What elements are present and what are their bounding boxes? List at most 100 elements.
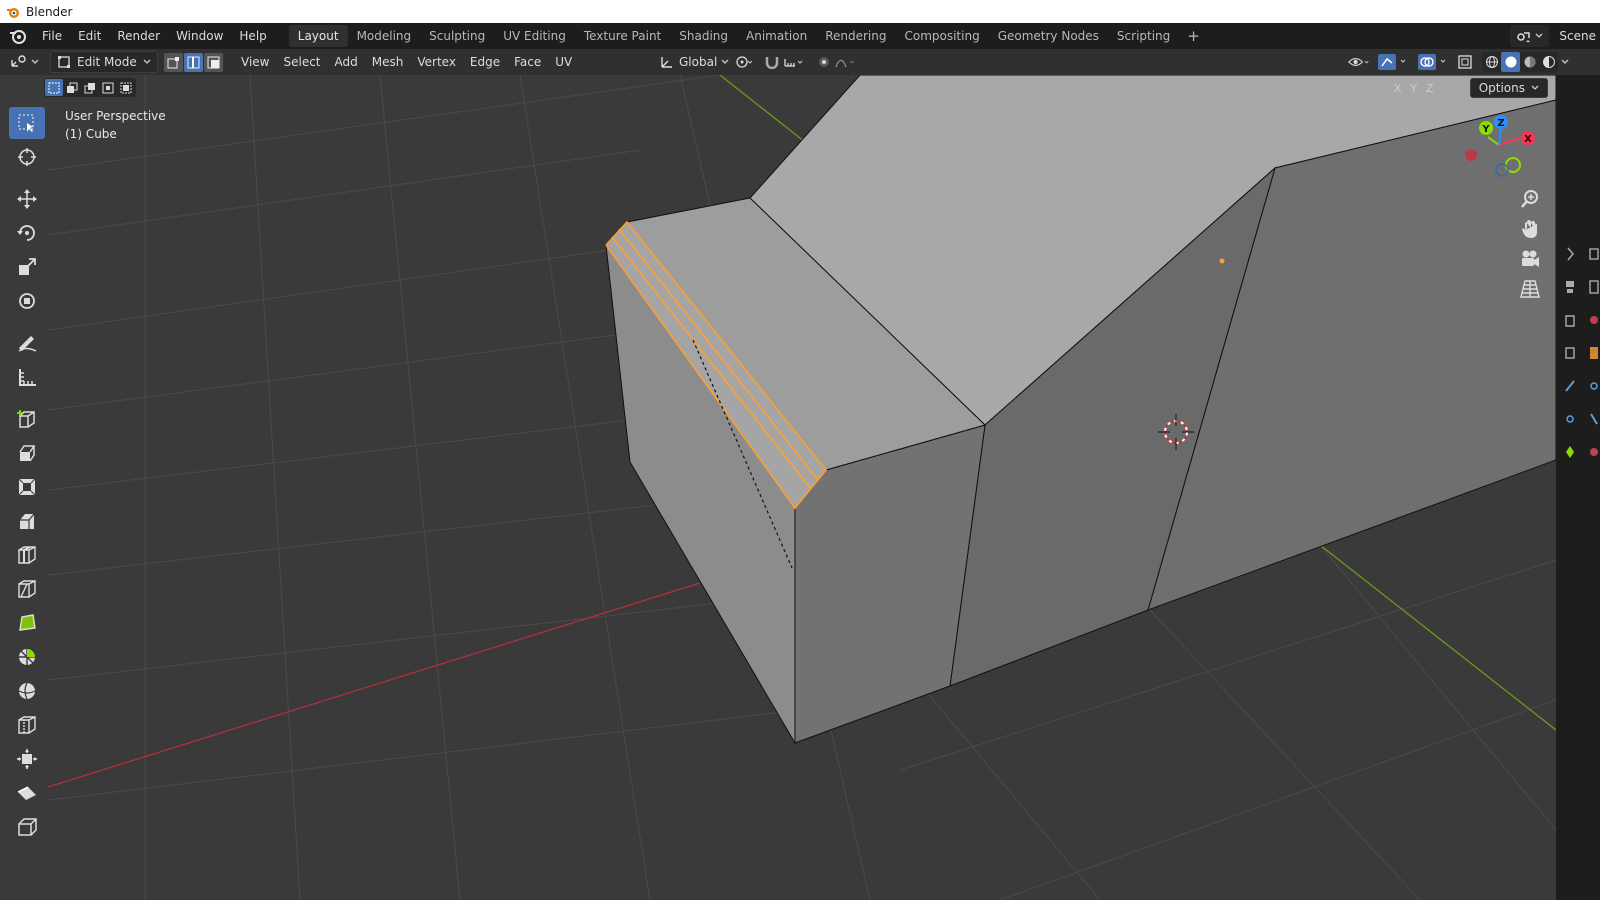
select-extend-button[interactable] [63, 79, 81, 96]
tab-shading[interactable]: Shading [670, 25, 737, 47]
tab-modeling[interactable]: Modeling [348, 25, 421, 47]
falloff-button[interactable] [835, 51, 857, 73]
render-properties-icon[interactable] [1564, 278, 1576, 296]
material-shading-button[interactable] [1520, 52, 1539, 72]
overlays-toggle-button[interactable] [1416, 51, 1450, 73]
menu-add[interactable]: Add [328, 51, 365, 73]
tab-rendering[interactable]: Rendering [816, 25, 895, 47]
navigation-gizmo[interactable]: X Y Z [1454, 115, 1544, 185]
orientation-selector[interactable]: Global [655, 51, 733, 73]
material-properties-icon[interactable] [1588, 443, 1600, 461]
rip-region-tool[interactable] [9, 811, 45, 843]
wireframe-shading-button[interactable] [1482, 52, 1501, 72]
scene-properties-icon[interactable] [1588, 311, 1600, 329]
annotate-tool[interactable] [9, 327, 45, 359]
rendered-shading-button[interactable] [1539, 52, 1558, 72]
smooth-tool[interactable] [9, 675, 45, 707]
select-new-button[interactable] [45, 79, 63, 96]
scene-selector[interactable] [1510, 25, 1550, 47]
proportional-edit-button[interactable] [813, 51, 835, 73]
menu-edge[interactable]: Edge [463, 51, 507, 73]
loop-cut-tool[interactable] [9, 539, 45, 571]
menu-select[interactable]: Select [276, 51, 327, 73]
snap-target-button[interactable] [783, 51, 805, 73]
output-properties-icon[interactable] [1588, 278, 1600, 296]
blender-menu-icon[interactable] [8, 26, 28, 46]
menu-edit[interactable]: Edit [70, 25, 109, 47]
visibility-button[interactable] [1348, 51, 1370, 73]
vertex-select-button[interactable] [164, 52, 183, 72]
perspective-toggle-button[interactable] [1516, 275, 1544, 303]
select-box-tool[interactable] [9, 107, 45, 139]
gizmo-negative-x[interactable] [1465, 149, 1477, 161]
bevel-tool[interactable] [9, 505, 45, 537]
edge-select-button[interactable] [184, 52, 203, 72]
physics-properties-icon[interactable] [1564, 410, 1576, 428]
gizmo-toggle-button[interactable] [1376, 51, 1410, 73]
viewport-scene[interactable] [0, 75, 1556, 900]
select-subtract-button[interactable] [81, 79, 99, 96]
auto-merge-icon[interactable] [1446, 80, 1462, 96]
object-properties-icon[interactable] [1588, 344, 1600, 362]
menu-file[interactable]: File [34, 25, 70, 47]
poly-build-tool[interactable] [9, 607, 45, 639]
sidebar-toggle-icon[interactable] [1564, 245, 1576, 263]
shear-tool[interactable] [9, 777, 45, 809]
zoom-button[interactable] [1516, 185, 1544, 213]
world-properties-icon[interactable] [1564, 344, 1576, 362]
tab-texture-paint[interactable]: Texture Paint [575, 25, 670, 47]
menu-view[interactable]: View [234, 51, 276, 73]
select-intersect-button[interactable] [117, 79, 135, 96]
select-invert-button[interactable] [99, 79, 117, 96]
data-properties-icon[interactable] [1564, 443, 1576, 461]
inset-faces-tool[interactable] [9, 471, 45, 503]
menu-uv[interactable]: UV [548, 51, 579, 73]
tab-animation[interactable]: Animation [737, 25, 816, 47]
menu-vertex[interactable]: Vertex [410, 51, 463, 73]
modifier-properties-icon[interactable] [1564, 377, 1576, 395]
particles-properties-icon[interactable] [1588, 377, 1600, 395]
add-workspace-button[interactable]: + [1179, 27, 1208, 45]
shrink-fatten-tool[interactable] [9, 743, 45, 775]
shading-options-button[interactable] [1558, 51, 1572, 73]
view-layer-properties-icon[interactable] [1564, 311, 1576, 329]
add-cube-tool[interactable] [9, 403, 45, 435]
camera-view-button[interactable] [1516, 245, 1544, 273]
face-select-button[interactable] [204, 52, 223, 72]
solid-shading-button[interactable] [1501, 52, 1520, 72]
scale-tool[interactable] [9, 251, 45, 283]
menu-face[interactable]: Face [507, 51, 548, 73]
tab-compositing[interactable]: Compositing [895, 25, 988, 47]
edge-slide-tool[interactable] [9, 709, 45, 741]
tab-scripting[interactable]: Scripting [1108, 25, 1179, 47]
cursor-tool[interactable] [9, 141, 45, 173]
mirror-axis-x[interactable]: X [1390, 82, 1406, 95]
snap-toggle-button[interactable] [761, 51, 783, 73]
menu-render[interactable]: Render [109, 25, 168, 47]
move-tool[interactable] [9, 183, 45, 215]
gizmo-negative-z[interactable] [1495, 163, 1509, 177]
measure-tool[interactable] [9, 361, 45, 393]
constraints-properties-icon[interactable] [1588, 410, 1600, 428]
editor-type-selector[interactable] [10, 51, 40, 73]
pivot-point-button[interactable] [733, 51, 755, 73]
options-dropdown[interactable]: Options [1469, 78, 1548, 98]
tab-layout[interactable]: Layout [288, 25, 348, 47]
rotate-tool[interactable] [9, 217, 45, 249]
tab-geometry-nodes[interactable]: Geometry Nodes [989, 25, 1108, 47]
scene-name[interactable]: Scene [1559, 29, 1596, 43]
menu-window[interactable]: Window [168, 25, 231, 47]
mode-selector[interactable]: Edit Mode [50, 51, 158, 73]
xray-toggle-button[interactable] [1454, 51, 1476, 73]
3d-viewport[interactable]: User Perspective (1) Cube X Y Z Options … [0, 75, 1556, 900]
menu-help[interactable]: Help [231, 25, 274, 47]
tool-properties-icon[interactable] [1588, 245, 1600, 263]
tab-uv-editing[interactable]: UV Editing [494, 25, 575, 47]
pan-button[interactable] [1516, 215, 1544, 243]
spin-tool[interactable] [9, 641, 45, 673]
mirror-axis-z[interactable]: Z [1422, 82, 1438, 95]
transform-tool[interactable] [9, 285, 45, 317]
menu-mesh[interactable]: Mesh [365, 51, 411, 73]
mirror-icon[interactable] [1374, 80, 1390, 96]
tab-sculpting[interactable]: Sculpting [420, 25, 494, 47]
